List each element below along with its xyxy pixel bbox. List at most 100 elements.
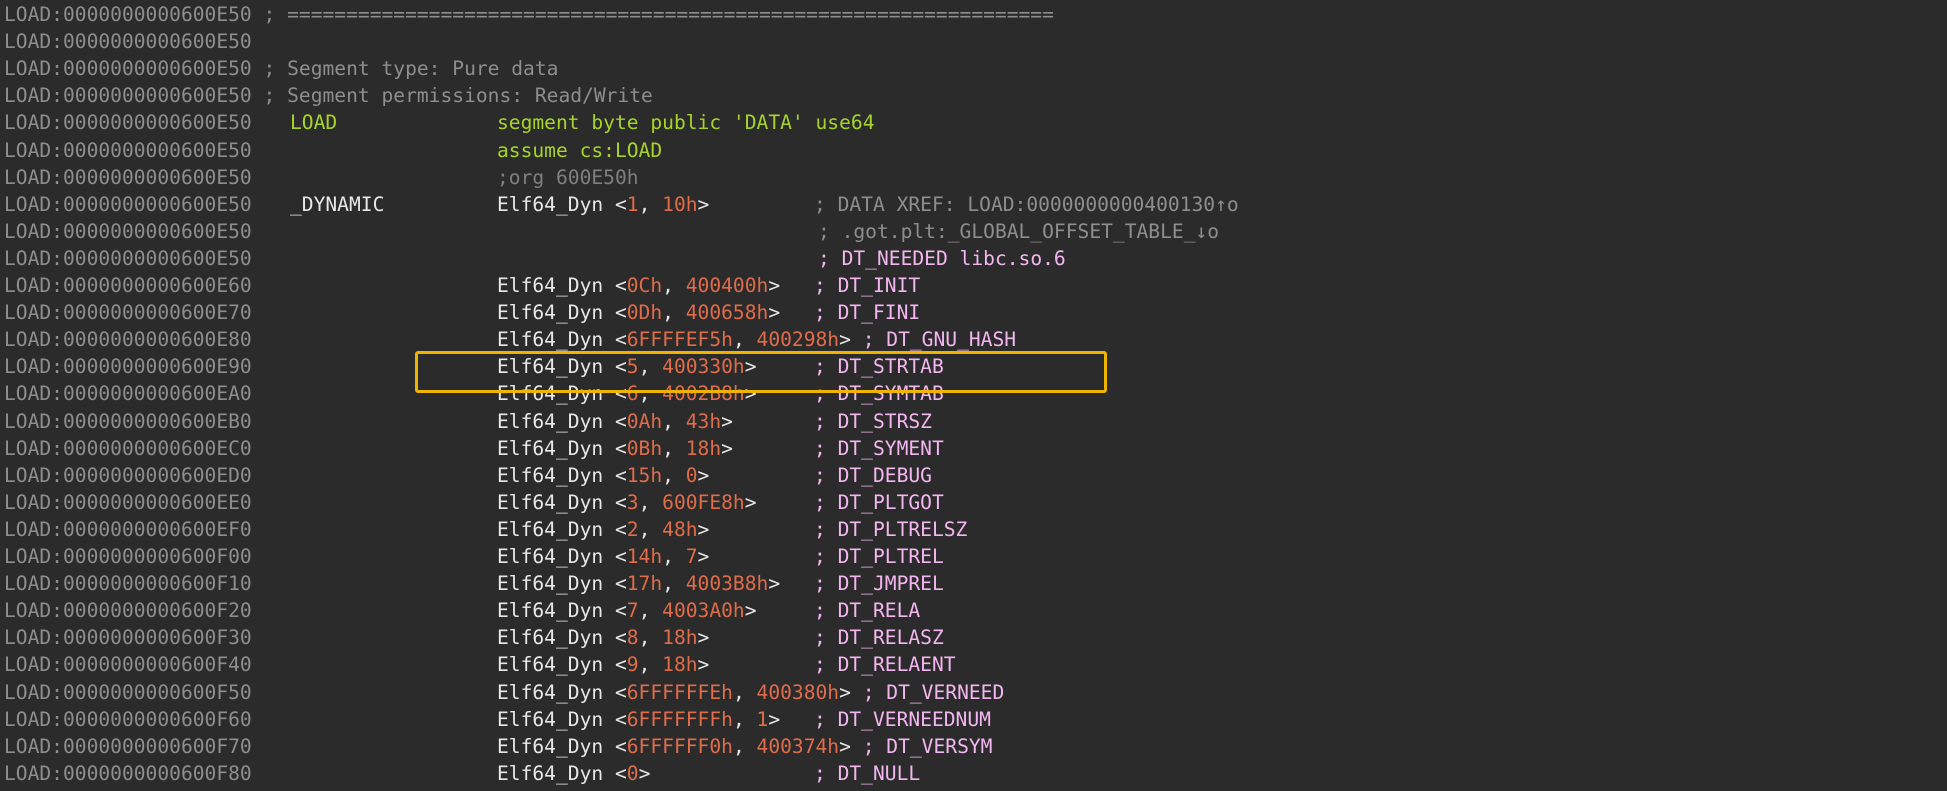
listing-line[interactable]: LOAD:0000000000600E50 ; .got.plt:_GLOBAL_… bbox=[4, 218, 1944, 245]
listing-line[interactable]: LOAD:0000000000600E50 ; Segment permissi… bbox=[4, 82, 1944, 109]
punctuation: , bbox=[662, 301, 686, 325]
line-instruction: Elf64_Dyn <9, 18h> ; DT_RELAENT bbox=[497, 651, 956, 678]
punctuation: > bbox=[697, 192, 710, 216]
punctuation: < bbox=[603, 328, 627, 352]
punctuation: , bbox=[638, 653, 663, 677]
punctuation: , bbox=[638, 355, 663, 379]
listing-line[interactable]: LOAD:0000000000600E50 ; ================… bbox=[4, 1, 1944, 28]
punctuation: , bbox=[732, 734, 757, 758]
dynamic-tag-comment: ; DT_PLTGOT bbox=[814, 490, 944, 514]
operand-tag: 2 bbox=[626, 517, 639, 541]
dynamic-tag-comment: ; DT_DEBUG bbox=[814, 463, 932, 487]
listing-line[interactable]: LOAD:0000000000600E90 Elf64_Dyn <5, 40033… bbox=[4, 353, 1944, 380]
listing-line[interactable]: LOAD:0000000000600E50 ;org 600E50h bbox=[4, 164, 1944, 191]
dynamic-tag-comment: ; DT_PLTRELSZ bbox=[814, 517, 968, 541]
line-instruction: Elf64_Dyn <17h, 4003B8h> ; DT_JMPREL bbox=[497, 570, 944, 597]
line-address: LOAD:0000000000600E50 bbox=[4, 84, 252, 108]
struct-type: Elf64_Dyn bbox=[497, 463, 604, 487]
punctuation: , bbox=[732, 680, 757, 704]
operand-tag: 8 bbox=[626, 626, 639, 650]
struct-type: Elf64_Dyn bbox=[497, 572, 604, 596]
listing-line[interactable]: LOAD:0000000000600E50 LOAD segment byte pu… bbox=[4, 109, 1944, 136]
listing-line[interactable]: LOAD:0000000000600F50 Elf64_Dyn <6FFFFFFE… bbox=[4, 679, 1944, 706]
struct-type: Elf64_Dyn bbox=[497, 192, 604, 216]
punctuation: > bbox=[839, 328, 851, 352]
punctuation: < bbox=[603, 490, 627, 514]
line-instruction: Elf64_Dyn <5, 400330h> ; DT_STRTAB bbox=[497, 353, 944, 380]
line-address: LOAD:0000000000600E80 bbox=[4, 328, 252, 352]
dynamic-tag-comment: ; DT_INIT bbox=[814, 274, 921, 297]
xref-comment: ; DATA XREF: LOAD:0000000000400130↑o bbox=[814, 192, 1239, 216]
listing-line[interactable]: LOAD:0000000000600E60 Elf64_Dyn <0Ch, 400… bbox=[4, 272, 1944, 299]
listing-line[interactable]: LOAD:0000000000600F30 Elf64_Dyn <8, 18h> … bbox=[4, 624, 1944, 651]
struct-type: Elf64_Dyn bbox=[497, 545, 604, 568]
listing-line[interactable]: LOAD:0000000000600E50 ; DT_NEEDED libc.so… bbox=[4, 245, 1944, 272]
line-address: LOAD:0000000000600EF0 bbox=[4, 517, 252, 541]
punctuation: < bbox=[603, 653, 627, 677]
operand-tag: 17h bbox=[626, 572, 663, 596]
operand-value: 4003A0h bbox=[662, 599, 745, 623]
operand-value: 400400h bbox=[685, 274, 769, 297]
punctuation: < bbox=[603, 761, 627, 785]
listing-line[interactable]: LOAD:0000000000600EC0 Elf64_Dyn <0Bh, 18h… bbox=[4, 435, 1944, 462]
line-address: LOAD:0000000000600E50 bbox=[4, 219, 252, 243]
operand-tag: 15h bbox=[626, 463, 663, 487]
listing-line[interactable]: LOAD:0000000000600EE0 Elf64_Dyn <3, 600FE… bbox=[4, 489, 1944, 516]
listing-line[interactable]: LOAD:0000000000600F10 Elf64_Dyn <17h, 400… bbox=[4, 570, 1944, 597]
operand-value: 18h bbox=[662, 653, 698, 677]
punctuation: , bbox=[662, 545, 686, 568]
listing-line[interactable]: LOAD:0000000000600E50 bbox=[4, 28, 1944, 55]
listing-line[interactable]: LOAD:0000000000600EB0 Elf64_Dyn <0Ah, 43h… bbox=[4, 408, 1944, 435]
punctuation: < bbox=[603, 301, 627, 325]
dynamic-tag-comment: ; DT_JMPREL bbox=[814, 572, 944, 596]
punctuation: < bbox=[603, 382, 627, 406]
line-instruction: Elf64_Dyn <3, 600FE8h> ; DT_PLTGOT bbox=[497, 489, 944, 516]
punctuation: , bbox=[638, 382, 663, 406]
line-address: LOAD:0000000000600E90 bbox=[4, 355, 252, 379]
punctuation: < bbox=[603, 274, 627, 297]
punctuation: > bbox=[768, 572, 781, 596]
operand-tag: 14h bbox=[626, 545, 663, 568]
line-instruction: Elf64_Dyn <0Dh, 400658h> ; DT_FINI bbox=[497, 299, 920, 326]
line-instruction: Elf64_Dyn <6FFFFFF0h, 400374h> ; DT_VERS… bbox=[497, 733, 992, 760]
line-directive: assume cs:LOAD bbox=[497, 138, 663, 162]
line-address: LOAD:0000000000600EB0 bbox=[4, 409, 252, 433]
operand-value: 400330h bbox=[662, 355, 745, 379]
punctuation: > bbox=[744, 490, 757, 514]
punctuation: , bbox=[662, 463, 686, 487]
line-address: LOAD:0000000000600E50 bbox=[4, 3, 252, 26]
line-address: LOAD:0000000000600EC0 bbox=[4, 436, 252, 460]
struct-type: Elf64_Dyn bbox=[497, 355, 604, 379]
struct-type: Elf64_Dyn bbox=[497, 382, 604, 406]
punctuation: , bbox=[732, 707, 757, 731]
listing-line[interactable]: LOAD:0000000000600ED0 Elf64_Dyn <15h, 0> … bbox=[4, 462, 1944, 489]
listing-line[interactable]: LOAD:0000000000600E50 assume cs:LOAD bbox=[4, 137, 1944, 164]
line-instruction: Elf64_Dyn <14h, 7> ; DT_PLTREL bbox=[497, 543, 944, 570]
listing-line[interactable]: LOAD:0000000000600EA0 Elf64_Dyn <6, 4002B… bbox=[4, 380, 1944, 407]
line-instruction: Elf64_Dyn <0Ah, 43h> ; DT_STRSZ bbox=[497, 408, 932, 435]
listing-line[interactable]: LOAD:0000000000600F40 Elf64_Dyn <9, 18h> … bbox=[4, 651, 1944, 678]
struct-type: Elf64_Dyn bbox=[497, 680, 604, 704]
punctuation: > bbox=[697, 653, 710, 677]
struct-type: Elf64_Dyn bbox=[497, 301, 604, 325]
listing-line[interactable]: LOAD:0000000000600E80 Elf64_Dyn <6FFFFEF5… bbox=[4, 326, 1944, 353]
listing-line[interactable]: LOAD:0000000000600F80 Elf64_Dyn <0> ; DT_… bbox=[4, 760, 1944, 787]
listing-line[interactable]: LOAD:0000000000600F20 Elf64_Dyn <7, 4003A… bbox=[4, 597, 1944, 624]
listing-line[interactable]: LOAD:0000000000600F00 Elf64_Dyn <14h, 7> … bbox=[4, 543, 1944, 570]
dynamic-tag-comment: ; DT_GNU_HASH bbox=[862, 328, 1017, 352]
struct-type: Elf64_Dyn bbox=[497, 734, 604, 758]
listing-line[interactable]: LOAD:0000000000600F60 Elf64_Dyn <6FFFFFFF… bbox=[4, 706, 1944, 733]
listing-line[interactable]: LOAD:0000000000600E50 ; Segment type: Pu… bbox=[4, 55, 1944, 82]
listing-line[interactable]: LOAD:0000000000600F70 Elf64_Dyn <6FFFFFF0… bbox=[4, 733, 1944, 760]
line-address: LOAD:0000000000600E50 bbox=[4, 111, 252, 135]
listing-line[interactable]: LOAD:0000000000600EF0 Elf64_Dyn <2, 48h> … bbox=[4, 516, 1944, 543]
punctuation: > bbox=[697, 463, 710, 487]
operand-tag: 7 bbox=[626, 599, 639, 623]
punctuation: , bbox=[638, 490, 663, 514]
line-address: LOAD:0000000000600E50 bbox=[4, 165, 252, 189]
punctuation: , bbox=[662, 274, 686, 297]
listing-line[interactable]: LOAD:0000000000600E50 _DYNAMIC Elf64_Dyn <… bbox=[4, 191, 1944, 218]
listing-line[interactable]: LOAD:0000000000600E70 Elf64_Dyn <0Dh, 400… bbox=[4, 299, 1944, 326]
punctuation: > bbox=[744, 382, 757, 406]
struct-type: Elf64_Dyn bbox=[497, 490, 604, 514]
